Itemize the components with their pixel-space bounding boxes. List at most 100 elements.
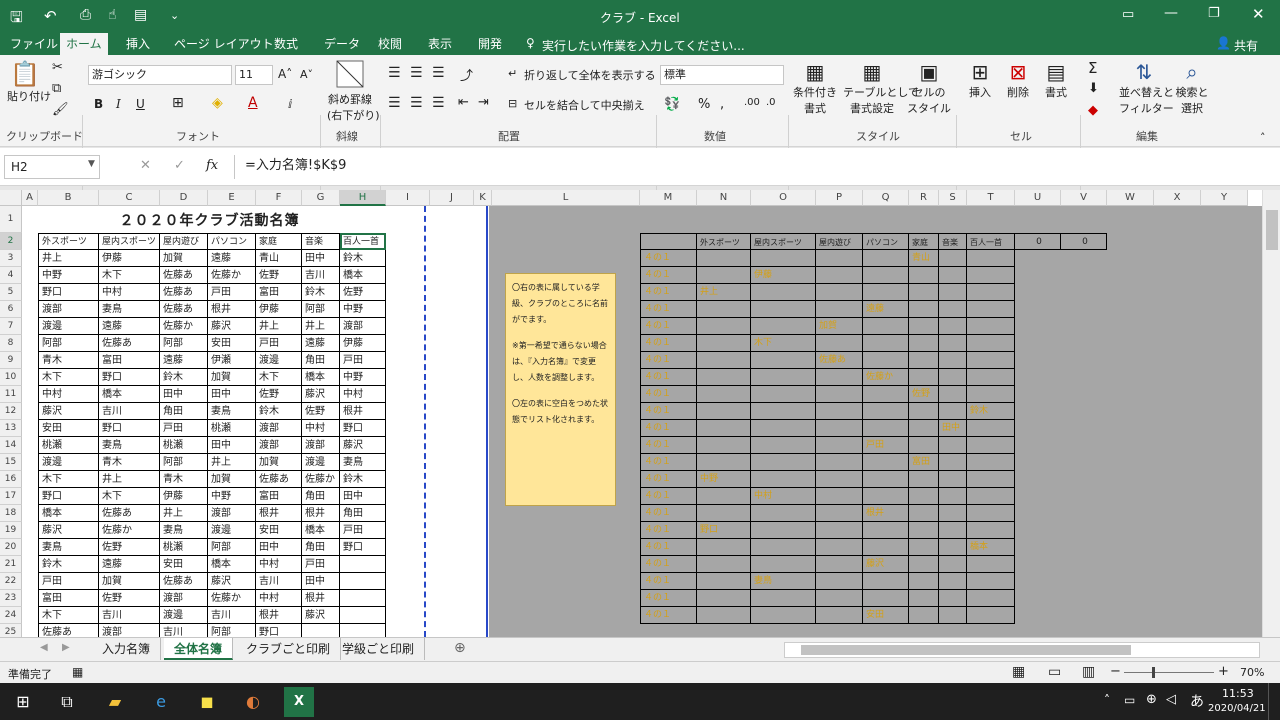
club-name-cell[interactable]: [939, 556, 967, 573]
club-name-cell[interactable]: [751, 471, 816, 488]
club-name-cell[interactable]: [816, 522, 863, 539]
club-name-cell[interactable]: [939, 573, 967, 590]
minimize-icon[interactable]: —: [1164, 5, 1178, 21]
club-name-cell[interactable]: [863, 488, 909, 505]
column-header[interactable]: I: [386, 190, 430, 206]
club-name-cell[interactable]: [967, 573, 1015, 590]
club-name-cell[interactable]: [816, 386, 863, 403]
paint-icon[interactable]: ◐: [238, 687, 268, 717]
row-header[interactable]: 18: [0, 505, 22, 522]
increase-indent-icon[interactable]: ⇥: [478, 95, 489, 110]
club-name-cell[interactable]: [863, 267, 909, 284]
format-as-table-button[interactable]: ▦ テーブルとして 書式設定: [842, 59, 919, 123]
club-name-cell[interactable]: [816, 335, 863, 352]
club-name-cell[interactable]: 佐野: [909, 386, 939, 403]
ime-icon[interactable]: あ: [1190, 691, 1204, 711]
table-cell[interactable]: 吉川: [99, 607, 160, 624]
club-name-cell[interactable]: 橋本: [967, 539, 1015, 556]
row-header[interactable]: 13: [0, 420, 22, 437]
table-cell[interactable]: 佐野: [302, 403, 340, 420]
sheet-tab-club[interactable]: クラブごと印刷: [236, 638, 342, 660]
vertical-scrollbar[interactable]: [1262, 190, 1280, 637]
table-cell[interactable]: 佐藤あ: [160, 267, 208, 284]
format-cells-button[interactable]: ▤ 書式: [1038, 59, 1074, 115]
club-name-cell[interactable]: [863, 590, 909, 607]
clear-icon[interactable]: ◆: [1088, 103, 1098, 118]
club-name-cell[interactable]: [939, 267, 967, 284]
club-name-cell[interactable]: [939, 488, 967, 505]
table-cell[interactable]: 妻鳥: [99, 301, 160, 318]
class-label-cell[interactable]: ４の１: [640, 403, 697, 420]
font-size-select[interactable]: 11: [235, 65, 273, 85]
table-cell[interactable]: 遠藤: [99, 318, 160, 335]
club-name-cell[interactable]: [939, 318, 967, 335]
table-cell[interactable]: 根井: [256, 607, 302, 624]
club-name-cell[interactable]: [863, 318, 909, 335]
scrollbar-thumb[interactable]: [1266, 210, 1278, 250]
table-cell[interactable]: 木下: [38, 369, 99, 386]
table-cell[interactable]: 渡邊: [38, 318, 99, 335]
table-cell[interactable]: 渡邊: [160, 607, 208, 624]
table-cell[interactable]: 遠藤: [99, 556, 160, 573]
table-cell[interactable]: 田中: [208, 386, 256, 403]
align-right-icon[interactable]: ☰: [432, 95, 445, 111]
table-cell[interactable]: 田中: [256, 539, 302, 556]
club-name-cell[interactable]: [751, 607, 816, 624]
row-header[interactable]: 3: [0, 250, 22, 267]
club-name-cell[interactable]: [967, 471, 1015, 488]
customize-qat-icon[interactable]: ⌄: [170, 9, 179, 22]
club-name-cell[interactable]: [863, 471, 909, 488]
club-name-cell[interactable]: [967, 454, 1015, 471]
club-name-cell[interactable]: [909, 420, 939, 437]
right-header-cell[interactable]: 家庭: [909, 233, 939, 250]
collapse-ribbon-icon[interactable]: ˄: [1260, 131, 1266, 144]
club-name-cell[interactable]: [751, 522, 816, 539]
table-cell[interactable]: 井上: [256, 318, 302, 335]
tab-formulas[interactable]: 数式: [268, 33, 304, 55]
table-header-cell[interactable]: 屋内スポーツ: [99, 233, 160, 250]
row-header[interactable]: 16: [0, 471, 22, 488]
tab-view[interactable]: 表示: [422, 33, 458, 55]
cancel-icon[interactable]: ✕: [140, 158, 151, 173]
table-cell[interactable]: 戸田: [38, 573, 99, 590]
class-label-cell[interactable]: ４の１: [640, 301, 697, 318]
club-name-cell[interactable]: [816, 454, 863, 471]
table-cell[interactable]: 中村: [256, 556, 302, 573]
table-cell[interactable]: 中村: [340, 386, 386, 403]
right-count-cell[interactable]: 0: [1061, 233, 1107, 250]
club-name-cell[interactable]: [939, 335, 967, 352]
club-name-cell[interactable]: [697, 437, 751, 454]
club-name-cell[interactable]: [816, 267, 863, 284]
class-label-cell[interactable]: ４の１: [640, 437, 697, 454]
row-header[interactable]: 9: [0, 352, 22, 369]
club-name-cell[interactable]: [751, 590, 816, 607]
format-painter-icon[interactable]: 🖌: [52, 102, 69, 117]
column-header[interactable]: X: [1154, 190, 1201, 206]
name-box[interactable]: H2: [4, 155, 100, 179]
class-label-cell[interactable]: ４の１: [640, 420, 697, 437]
file-explorer-icon[interactable]: ▰: [100, 687, 130, 717]
autosum-icon[interactable]: Σ: [1088, 59, 1097, 77]
table-cell[interactable]: 妻鳥: [208, 403, 256, 420]
club-name-cell[interactable]: 藤沢: [863, 556, 909, 573]
table-cell[interactable]: 中村: [302, 420, 340, 437]
club-name-cell[interactable]: [967, 505, 1015, 522]
club-name-cell[interactable]: [751, 301, 816, 318]
table-cell[interactable]: 橋本: [302, 369, 340, 386]
right-header-cell[interactable]: 百人一首: [967, 233, 1015, 250]
club-name-cell[interactable]: [939, 471, 967, 488]
table-cell[interactable]: 佐藤あ: [160, 301, 208, 318]
prev-sheet-icon[interactable]: ◀: [40, 642, 48, 653]
club-name-cell[interactable]: [697, 352, 751, 369]
find-select-button[interactable]: ⌕ 検索と 選択: [1172, 59, 1212, 123]
table-cell[interactable]: 田中: [340, 488, 386, 505]
club-name-cell[interactable]: [863, 335, 909, 352]
column-header[interactable]: E: [208, 190, 256, 206]
club-name-cell[interactable]: [967, 437, 1015, 454]
table-cell[interactable]: 伊藤: [340, 335, 386, 352]
row-header[interactable]: 12: [0, 403, 22, 420]
table-cell[interactable]: 根井: [256, 505, 302, 522]
club-name-cell[interactable]: [939, 403, 967, 420]
club-name-cell[interactable]: [697, 556, 751, 573]
table-cell[interactable]: 渡部: [160, 590, 208, 607]
